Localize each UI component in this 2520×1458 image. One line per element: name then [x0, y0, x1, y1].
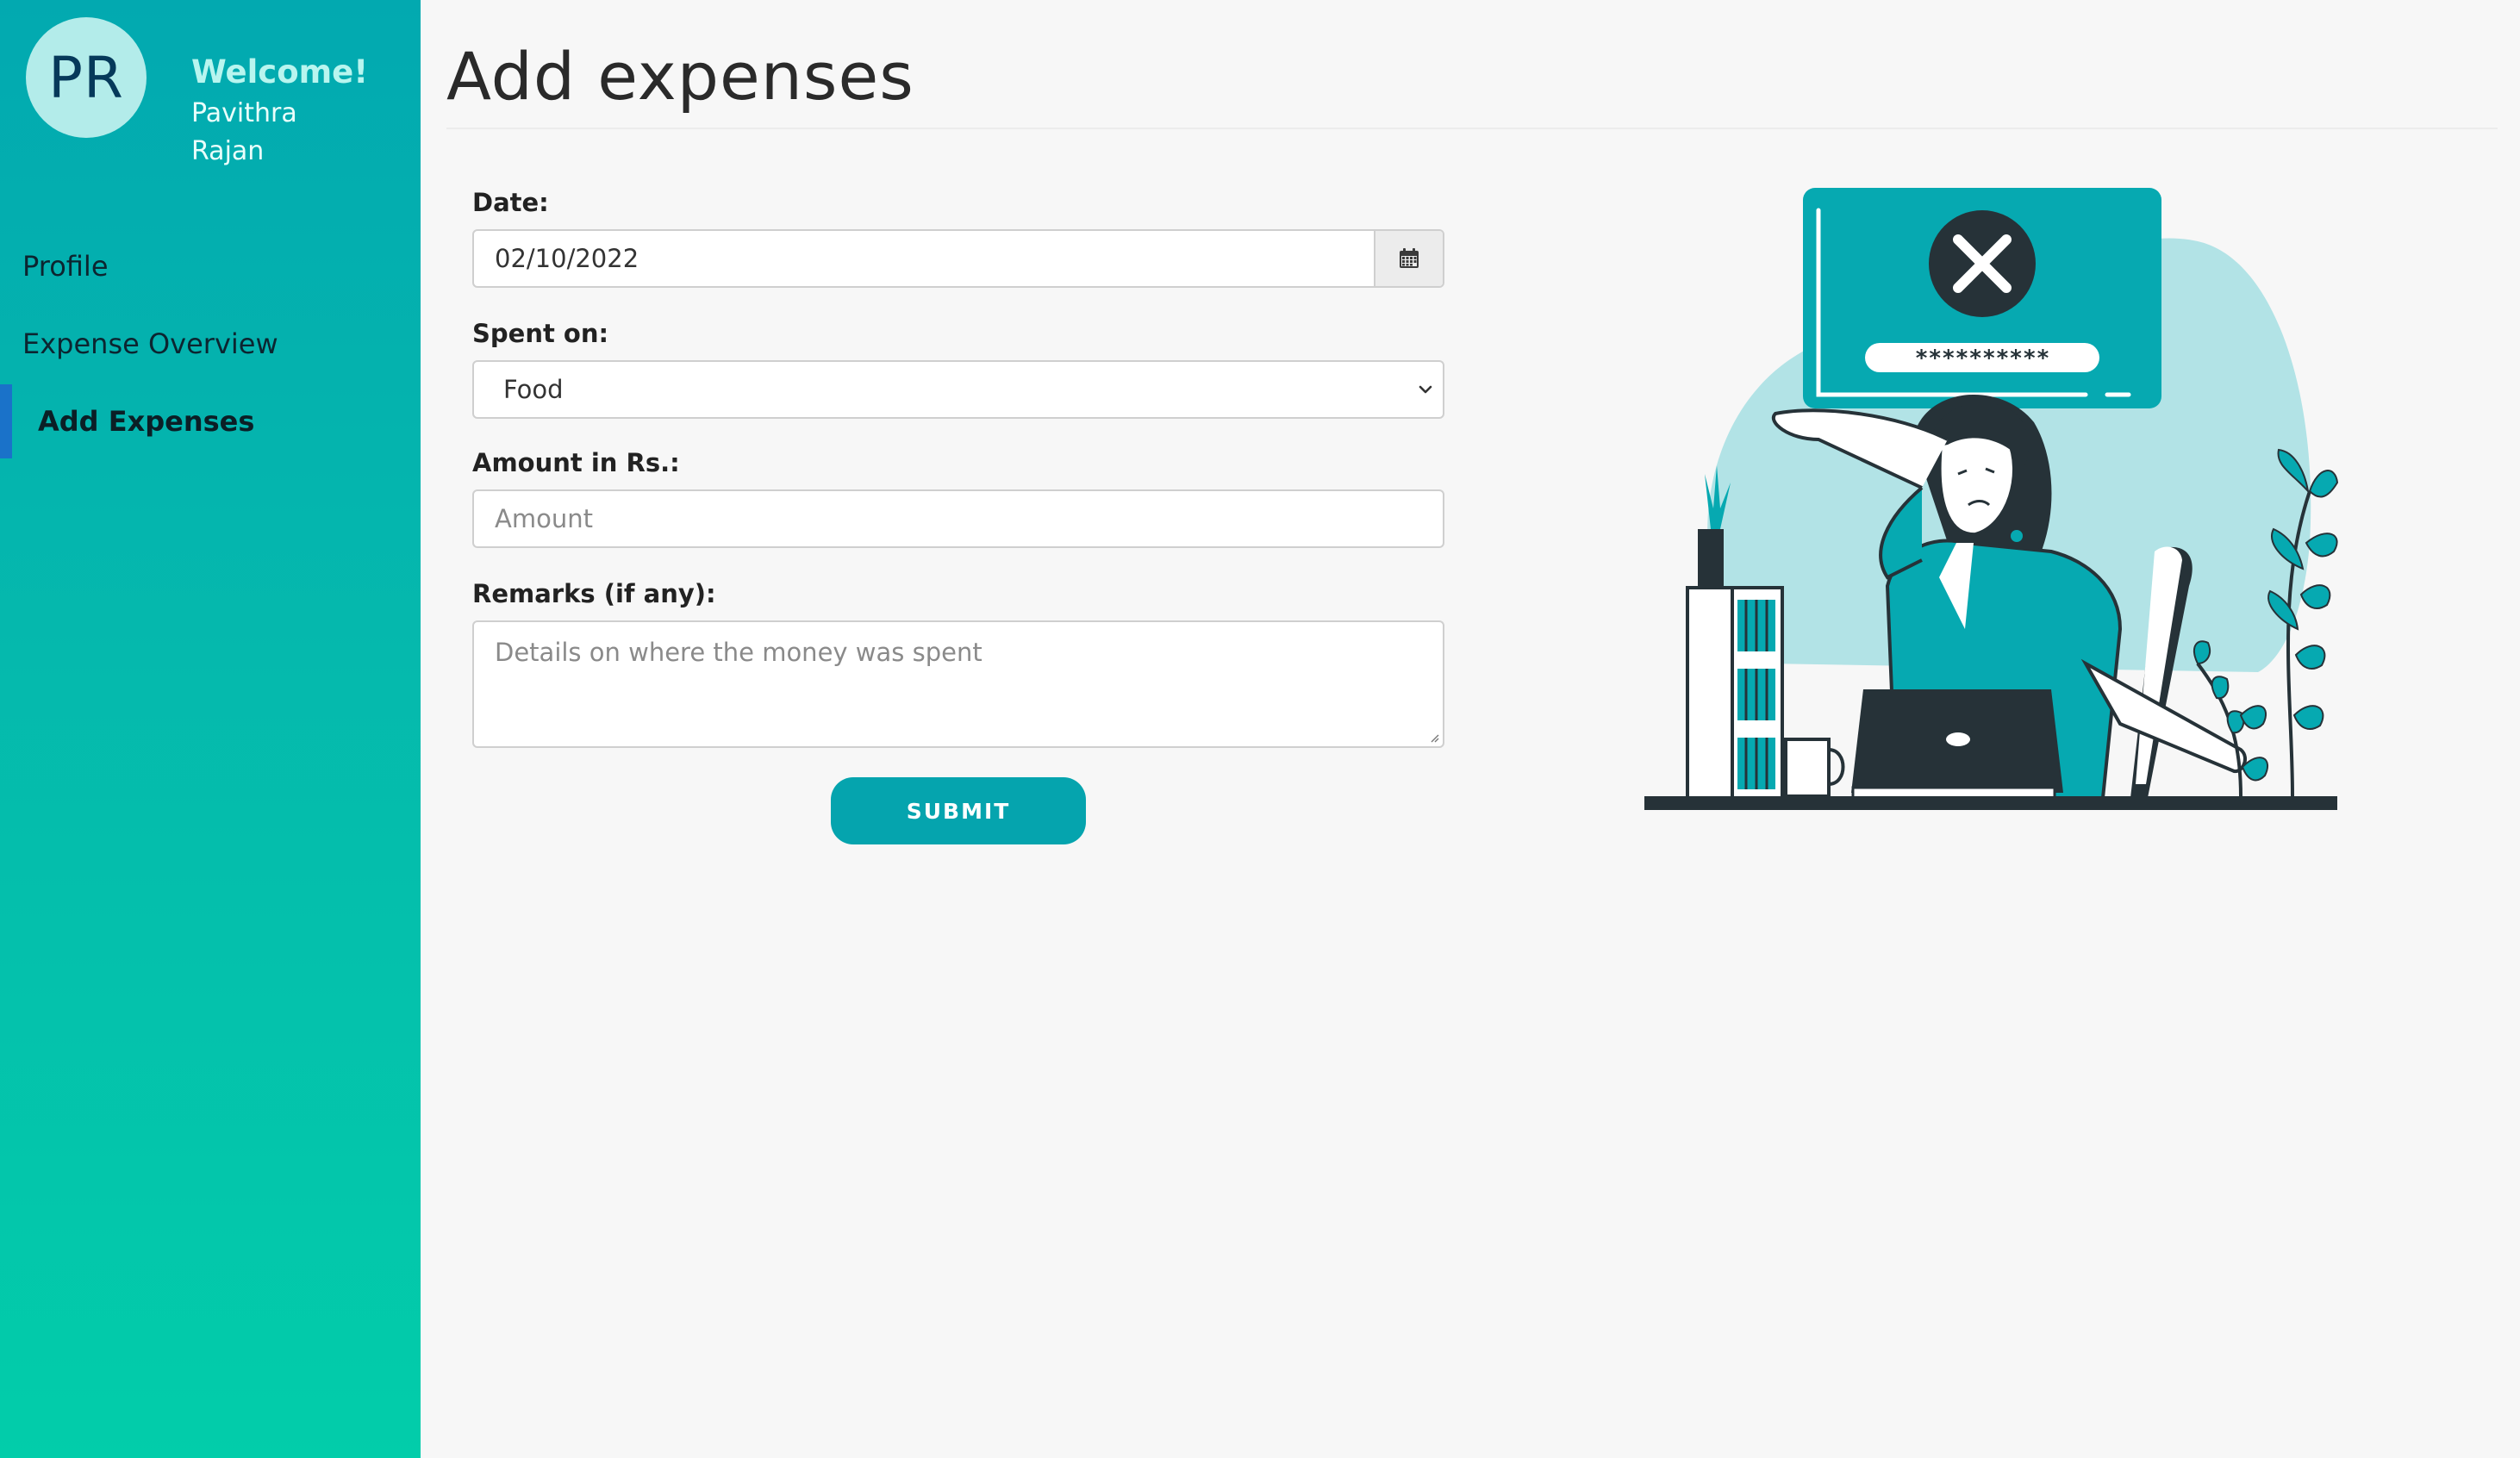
sidebar-item-expense-overview[interactable]: Expense Overview [0, 307, 421, 381]
date-value[interactable]: 02/10/2022 [474, 231, 1374, 286]
welcome-text: Welcome! [191, 53, 369, 90]
password-mask: ********** [1915, 346, 2050, 371]
date-input[interactable]: 02/10/2022 [472, 229, 1444, 288]
spent-on-value: Food [503, 375, 564, 404]
remarks-placeholder: Details on where the money was spent [495, 638, 982, 667]
sidebar-item-label: Expense Overview [22, 327, 278, 360]
spent-on-select[interactable]: Food [472, 360, 1444, 419]
submit-button[interactable]: SUBMIT [831, 777, 1086, 844]
password-card: ********** [1803, 188, 2161, 408]
sidebar-item-label: Profile [22, 250, 109, 283]
resize-handle-icon[interactable] [1429, 732, 1439, 743]
mug [1784, 738, 1845, 798]
sidebar-item-add-expenses[interactable]: Add Expenses [0, 384, 421, 458]
sidebar: PR Welcome! Pavithra Rajan Profile Expen… [0, 0, 421, 1458]
amount-input[interactable]: Amount [472, 489, 1444, 548]
calendar-icon [1400, 248, 1419, 268]
date-label: Date: [472, 188, 549, 217]
date-picker-button[interactable] [1374, 231, 1443, 286]
page-title: Add expenses [446, 38, 914, 115]
remarks-label: Remarks (if any): [472, 579, 716, 608]
chevron-down-icon [1419, 385, 1432, 394]
avatar: PR [26, 17, 147, 138]
frustrated-user-illustration: ********** [1644, 188, 2339, 810]
sidebar-item-label: Add Expenses [38, 405, 255, 438]
laptop-icon [1851, 689, 2063, 800]
amount-label: Amount in Rs.: [472, 448, 680, 477]
sidebar-item-profile[interactable]: Profile [0, 229, 421, 303]
spent-on-label: Spent on: [472, 319, 609, 348]
title-divider [446, 128, 2498, 129]
user-name: Pavithra Rajan [191, 98, 297, 166]
desk [1644, 796, 2337, 810]
remarks-textarea[interactable]: Details on where the money was spent [472, 620, 1444, 748]
